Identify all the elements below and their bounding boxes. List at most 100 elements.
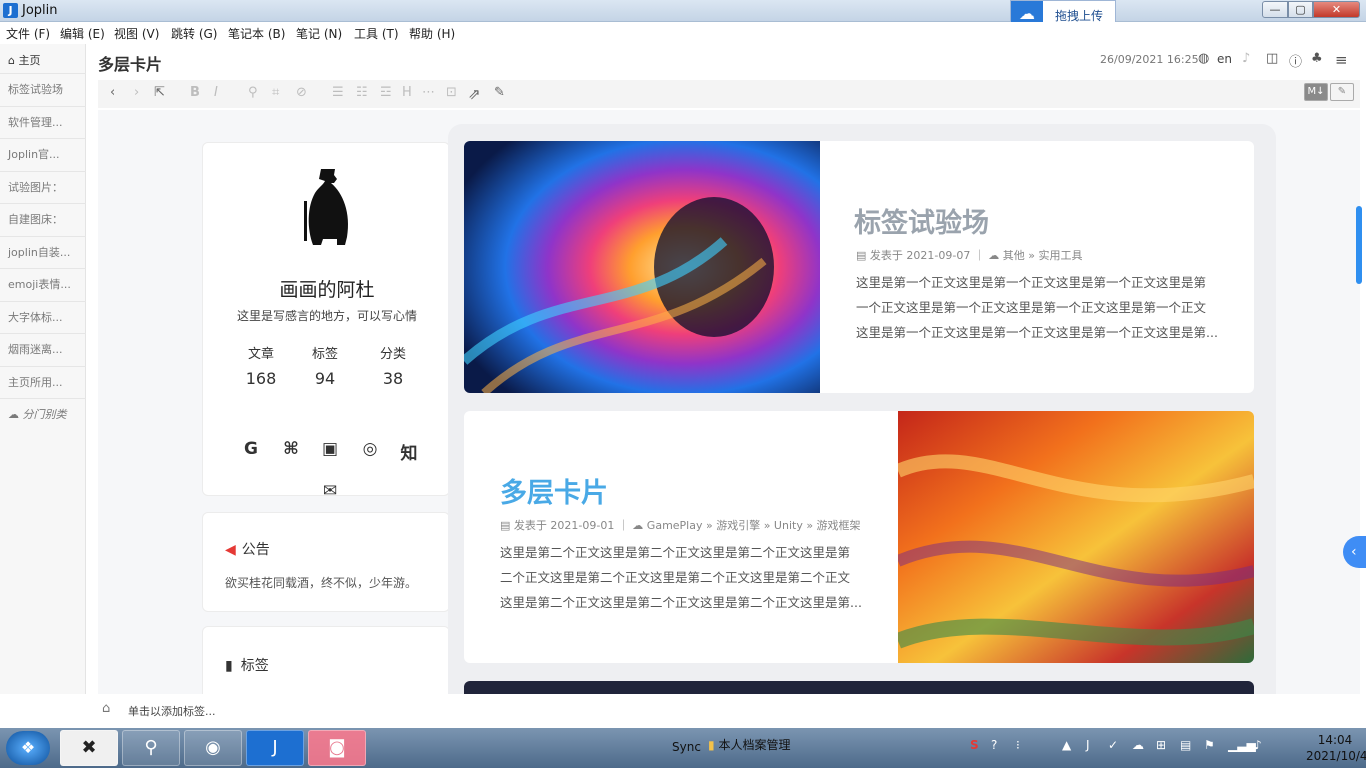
google-icon[interactable]: G xyxy=(239,439,263,459)
attach-icon[interactable]: ⊘ xyxy=(296,85,307,100)
layout-toggle-icon[interactable]: ◫ xyxy=(1266,51,1278,66)
bold-icon[interactable]: B xyxy=(190,85,200,100)
sidebar-note-item[interactable]: 标签试验场 xyxy=(0,73,86,105)
menu-icon[interactable]: ≡ xyxy=(1335,51,1348,69)
open-external-icon[interactable]: ⇗ xyxy=(468,85,481,103)
tray-joplin-icon[interactable]: J xyxy=(1086,738,1090,752)
notice-text: 欲买桂花同载酒，终不似，少年游。 xyxy=(225,576,418,590)
sitemap-icon[interactable]: ♣ xyxy=(1311,51,1323,66)
system-clock[interactable]: 14:04 2021/10/4 xyxy=(1306,732,1366,764)
tray-app-icon[interactable]: ✓ xyxy=(1108,738,1118,752)
menu-view[interactable]: 视图 (V) xyxy=(114,25,159,42)
tray-windows-icon[interactable]: ⊞ xyxy=(1156,738,1166,752)
netease-music-icon[interactable]: ◎ xyxy=(358,439,382,459)
tray-clipboard-icon[interactable]: ▤ xyxy=(1180,738,1191,752)
post-card-partial[interactable] xyxy=(464,681,1254,694)
sidebar-note-item[interactable]: 试验图片： xyxy=(0,171,86,203)
tray-cloud-icon[interactable]: ☁ xyxy=(1132,738,1144,752)
post-title[interactable]: 标签试验场 xyxy=(854,201,989,240)
taskbar-app-joplin[interactable]: J xyxy=(246,730,304,766)
post-card[interactable]: 多层卡片 ▤ 发表于 2021-09-01 ｜ ☁ GamePlay » 游戏引… xyxy=(464,411,1254,663)
note-preview: 画画的阿杜 这里是写感言的地方，可以写心情 文章 168 标签 94 分类 38… xyxy=(98,110,1360,694)
external-edit-icon[interactable]: ⇱ xyxy=(154,85,165,100)
post-title[interactable]: 多层卡片 xyxy=(500,471,608,510)
menu-file[interactable]: 文件 (F) xyxy=(6,25,50,42)
add-tag-input[interactable]: 单击以添加标签... xyxy=(128,703,216,719)
sidebar-note-item[interactable]: emoji表情... xyxy=(0,268,86,300)
window-titlebar: J Joplin — ▢ ✕ xyxy=(0,0,1366,22)
taskbar-app-x[interactable]: ✖ xyxy=(60,730,118,766)
post-excerpt: 这里是第二个正文这里是第二个正文这里是第二个正文这里是第 二个正文这里是第二个正… xyxy=(500,540,864,615)
sidebar-note-item[interactable]: 自建图床： xyxy=(0,203,86,235)
sogou-ime-icon[interactable]: S xyxy=(970,738,979,752)
sidebar-note-item[interactable]: ☁ 分门别类 xyxy=(0,398,86,430)
taskbar-app-recorder[interactable]: ◙ xyxy=(308,730,366,766)
stat-categories[interactable]: 分类 38 xyxy=(363,343,423,388)
zhihu-icon[interactable]: 知 xyxy=(397,439,421,464)
post-card[interactable]: 标签试验场 ▤ 发表于 2021-09-07 ｜ ☁ 其他 » 实用工具 这里是… xyxy=(464,141,1254,393)
sidebar-note-item[interactable]: 主页所用... xyxy=(0,366,86,398)
os-taskbar: ❖ ✖ ⚲ ◉ J ◙ Sync ▮ 本人档案管理 S ? ⁝ ▲ J ✓ ☁ … xyxy=(0,728,1366,768)
note-title[interactable]: 多层卡片 xyxy=(98,51,162,75)
bullet-list-icon[interactable]: ☰ xyxy=(332,85,344,100)
checkbox-list-icon[interactable]: ☲ xyxy=(380,85,392,100)
stat-label: 标签 xyxy=(311,347,338,362)
maximize-button[interactable]: ▢ xyxy=(1288,1,1313,18)
back-icon[interactable]: ‹ xyxy=(110,85,115,100)
sidebar-note-item[interactable]: joplin自装... xyxy=(0,236,86,268)
tray-flag-icon[interactable]: ⚑ xyxy=(1204,738,1215,752)
menu-notebook[interactable]: 笔记本 (B) xyxy=(228,25,285,42)
menu-note[interactable]: 笔记 (N) xyxy=(296,25,342,42)
heading-icon[interactable]: H xyxy=(402,85,412,100)
menu-edit[interactable]: 编辑 (E) xyxy=(60,25,105,42)
help-icon[interactable]: ? xyxy=(991,738,997,752)
sidebar-note-item[interactable]: 软件管理... xyxy=(0,106,86,138)
info-icon[interactable]: ⓘ xyxy=(1289,51,1302,70)
ime-settings-icon[interactable]: ⁝ xyxy=(1016,738,1020,752)
stat-value: 38 xyxy=(382,369,404,388)
horizontal-rule-icon[interactable]: ⋯ xyxy=(422,85,435,100)
show-hidden-icons[interactable]: ▲ xyxy=(1062,738,1071,752)
bell-icon[interactable]: ♪ xyxy=(1242,51,1250,66)
globe-icon[interactable]: ◍ xyxy=(1198,51,1209,66)
excerpt-line: 一个正文这里是第一个正文这里是第一个正文这里是第一个正文 xyxy=(856,300,1207,315)
insert-time-icon[interactable]: ⊡ xyxy=(446,85,457,100)
post-cover-image xyxy=(464,141,820,393)
markdown-mode-button[interactable]: M↓ xyxy=(1304,83,1328,101)
menu-tools[interactable]: 工具 (T) xyxy=(354,25,399,42)
volume-icon[interactable]: ♪ xyxy=(1254,738,1262,752)
menu-help[interactable]: 帮助 (H) xyxy=(409,25,455,42)
plugin-icon[interactable]: ✎ xyxy=(494,85,505,100)
editor-mode-button[interactable]: ✎ xyxy=(1330,83,1354,101)
italic-icon[interactable]: I xyxy=(214,85,218,100)
stat-articles[interactable]: 文章 168 xyxy=(231,343,291,388)
menu-go[interactable]: 跳转 (G) xyxy=(171,25,217,42)
folder-toolbar[interactable]: ▮ 本人档案管理 xyxy=(708,736,790,753)
link-icon[interactable]: ⚲ xyxy=(248,85,258,100)
sidebar-note-item[interactable]: 烟雨迷离... xyxy=(0,333,86,365)
sync-label[interactable]: Sync xyxy=(672,740,701,754)
sidebar-note-item[interactable]: Joplin官... xyxy=(0,138,86,170)
email-icon[interactable]: ✉ xyxy=(318,481,342,501)
preview-scrollbar[interactable] xyxy=(1356,206,1362,284)
start-button[interactable]: ❖ xyxy=(6,731,50,765)
minimize-button[interactable]: — xyxy=(1262,1,1288,18)
github-icon[interactable]: ⌘ xyxy=(279,439,303,459)
language-label[interactable]: en xyxy=(1217,52,1232,66)
stat-tags[interactable]: 标签 94 xyxy=(295,343,355,388)
taskbar-app-search[interactable]: ⚲ xyxy=(122,730,180,766)
taskbar-app-chrome[interactable]: ◉ xyxy=(184,730,242,766)
network-icon[interactable]: ▁▃▅ xyxy=(1228,738,1256,752)
code-icon[interactable]: ⌗ xyxy=(272,85,279,100)
excerpt-line: 这里是第一个正文这里是第一个正文这里是第一个正文这里是第 xyxy=(856,275,1207,290)
bilibili-icon[interactable]: ▣ xyxy=(318,439,342,459)
forward-icon[interactable]: › xyxy=(134,85,139,100)
numbered-list-icon[interactable]: ☷ xyxy=(356,85,368,100)
home-link[interactable]: ⌂ 主页 xyxy=(8,52,40,68)
sidebar-note-label: 分门别类 xyxy=(22,408,67,421)
excerpt-line: 二个正文这里是第二个正文这里是第二个正文这里是第二个正文 xyxy=(500,570,851,585)
notice-header: ◀ 公告 xyxy=(225,539,270,559)
folder-icon: ▮ xyxy=(708,738,715,752)
sidebar-note-item[interactable]: 大字体标... xyxy=(0,301,86,333)
close-button[interactable]: ✕ xyxy=(1313,1,1360,18)
